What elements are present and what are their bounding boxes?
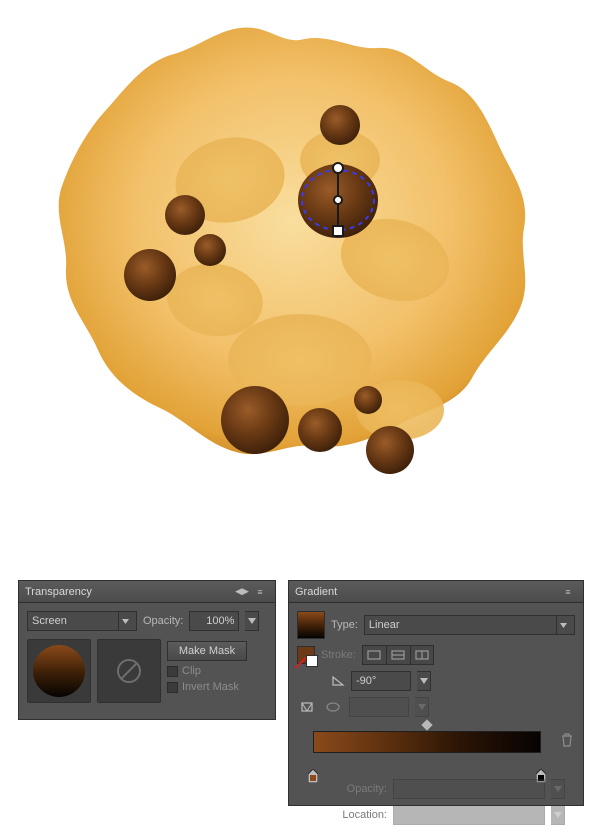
- reverse-gradient-icon[interactable]: [297, 697, 317, 717]
- mask-thumbnail[interactable]: [97, 639, 161, 703]
- stop-opacity-input: [393, 779, 545, 799]
- gradient-bar[interactable]: [313, 731, 541, 753]
- stroke-across-button[interactable]: [410, 645, 434, 665]
- gradient-swatch[interactable]: [297, 611, 325, 639]
- blend-mode-value: Screen: [32, 615, 67, 627]
- panel-menu-icon[interactable]: ≡: [251, 587, 269, 597]
- chevron-down-icon: [118, 612, 132, 630]
- clip-checkbox[interactable]: Clip: [167, 665, 247, 677]
- make-mask-button[interactable]: Make Mask: [167, 641, 247, 661]
- gradient-title: Gradient: [295, 586, 559, 598]
- midpoint-diamond-icon[interactable]: [421, 719, 432, 730]
- transparency-title: Transparency: [25, 586, 233, 598]
- angle-icon: [331, 673, 345, 690]
- opacity-input[interactable]: [189, 611, 239, 631]
- stroke-alignment-group: [362, 645, 434, 665]
- stop-opacity-label: Opacity:: [327, 783, 387, 795]
- aspect-ratio-icon: [323, 697, 343, 717]
- angle-slider-toggle[interactable]: [417, 671, 431, 691]
- cookie-illustration: [0, 0, 600, 570]
- panel-menu-icon[interactable]: ≡: [559, 587, 577, 597]
- blend-mode-select[interactable]: Screen: [27, 611, 137, 631]
- aspect-ratio-input: [349, 697, 409, 717]
- stop-location-slider-toggle: [551, 805, 565, 825]
- opacity-slider-toggle[interactable]: [245, 611, 259, 631]
- aspect-slider-toggle: [415, 697, 429, 717]
- collapse-icon[interactable]: ◀▶: [233, 586, 251, 597]
- stroke-swatch[interactable]: [297, 646, 315, 664]
- trash-icon[interactable]: [561, 733, 575, 750]
- angle-input[interactable]: [351, 671, 411, 691]
- gradient-panel: Gradient ≡ Type: Linear Stroke:: [288, 580, 584, 806]
- stop-location-input: [393, 805, 545, 825]
- stop-location-label: Location:: [327, 809, 387, 821]
- opacity-label: Opacity:: [143, 615, 183, 627]
- gradient-type-select[interactable]: Linear: [364, 615, 575, 635]
- invert-mask-checkbox[interactable]: Invert Mask: [167, 681, 247, 693]
- gradient-panel-header[interactable]: Gradient ≡: [289, 581, 583, 603]
- type-label: Type:: [331, 619, 358, 631]
- transparency-panel: Transparency ◀▶ ≡ Screen Opacity:: [18, 580, 276, 720]
- stop-opacity-slider-toggle: [551, 779, 565, 799]
- transparency-panel-header[interactable]: Transparency ◀▶ ≡: [19, 581, 275, 603]
- canvas: [0, 0, 600, 570]
- gradient-type-value: Linear: [369, 619, 400, 631]
- chevron-down-icon: [556, 616, 570, 634]
- gradient-slider[interactable]: [313, 727, 541, 757]
- stroke-within-button[interactable]: [362, 645, 386, 665]
- stroke-label: Stroke:: [321, 649, 356, 661]
- stroke-along-button[interactable]: [386, 645, 410, 665]
- gradient-stop-left[interactable]: [308, 769, 318, 783]
- transparency-thumbnail[interactable]: [27, 639, 91, 703]
